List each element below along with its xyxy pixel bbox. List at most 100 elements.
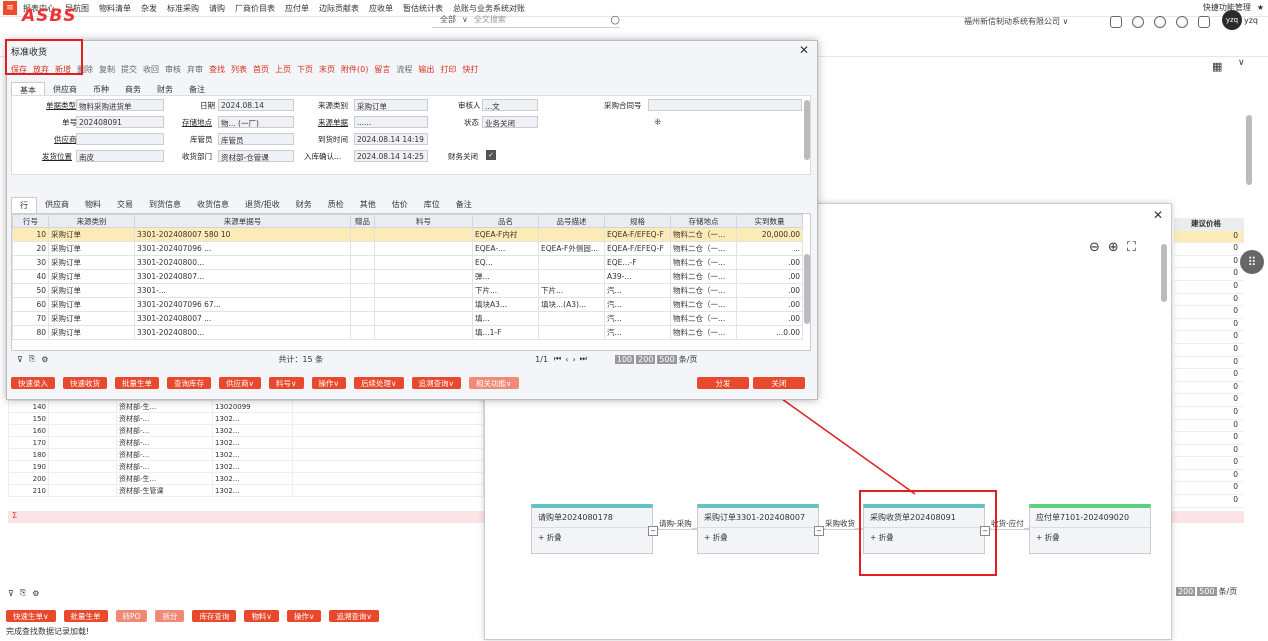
- toolbar-item[interactable]: 附件(0): [341, 64, 368, 75]
- column-header[interactable]: 赠品: [350, 214, 375, 228]
- close-button[interactable]: 关闭: [753, 377, 805, 389]
- table-row[interactable]: 80 采购订单 3301-20240800... 填...1-F 汽... 物料二仓（一.…: [12, 325, 803, 340]
- export-icon[interactable]: ⎘: [20, 588, 26, 598]
- action-button[interactable]: 查询库存: [167, 377, 211, 389]
- keeper-field[interactable]: 库管员: [218, 133, 294, 145]
- first-page-icon[interactable]: ⏮: [554, 354, 561, 364]
- help-icon[interactable]: [1154, 16, 1166, 28]
- table-row[interactable]: 50 采购订单 3301-... 下片... 下片... 汽... 物料二仓（一... .00: [12, 283, 803, 298]
- recv-dept-field[interactable]: 资材部-仓管课: [218, 150, 294, 162]
- flow-node-ap[interactable]: 应付单7101-202409020 + 折叠: [1029, 504, 1151, 554]
- nav-margin[interactable]: 边际贡献表: [319, 3, 359, 14]
- next-page-icon[interactable]: ›: [572, 355, 575, 364]
- action-button[interactable]: 批量生单: [63, 610, 108, 622]
- filter-icon[interactable]: ⊽: [8, 589, 14, 598]
- last-page-icon[interactable]: ⏭: [580, 354, 587, 364]
- tab[interactable]: 质检: [320, 197, 352, 213]
- nav-price-list[interactable]: 厂商价目表: [235, 3, 275, 14]
- toolbar-item[interactable]: 审核: [165, 64, 181, 75]
- fold-toggle[interactable]: + 折叠: [1030, 528, 1150, 547]
- toolbar-item[interactable]: 快打: [462, 64, 478, 75]
- cube-icon[interactable]: [1132, 16, 1144, 28]
- action-button[interactable]: 快速生单∨: [6, 610, 56, 622]
- collapse-icon[interactable]: −: [814, 526, 824, 536]
- table-row[interactable]: 20 采购订单 3301-202407096 ... EQEA-... EQEA-F外侧…: [12, 241, 803, 256]
- chevron-down-icon[interactable]: ∨: [1238, 58, 1245, 68]
- arrival-field[interactable]: 2024.08.14 14:19: [354, 133, 428, 145]
- grid-view-icon[interactable]: ▦: [1212, 60, 1222, 73]
- auditor-field[interactable]: ...文: [482, 99, 538, 111]
- src-type-field[interactable]: 采购订单: [354, 99, 428, 111]
- table-row[interactable]: 30 采购订单 3301-20240800... EQ... EQE...-F 物料二仓（…: [12, 255, 803, 270]
- form-scrollbar[interactable]: [804, 100, 810, 160]
- action-button[interactable]: 库存查询: [192, 610, 237, 622]
- search-icon[interactable]: ○: [610, 13, 620, 26]
- headset-icon[interactable]: [1176, 16, 1188, 28]
- nav-misc[interactable]: 杂发: [141, 3, 157, 14]
- flow-node-requisition[interactable]: 请购单2024080178 + 折叠 −: [531, 504, 658, 554]
- action-button[interactable]: 相关功能∨: [469, 377, 519, 389]
- fold-toggle[interactable]: + 折叠: [532, 528, 652, 547]
- tab[interactable]: 财务: [288, 197, 320, 213]
- fold-toggle[interactable]: + 折叠: [698, 528, 818, 547]
- settings-icon[interactable]: ⚙: [41, 355, 48, 364]
- toolbar-item[interactable]: 留言: [374, 64, 390, 75]
- filter-icon[interactable]: ⊽: [17, 355, 23, 364]
- tab[interactable]: 供应商: [37, 197, 77, 213]
- column-header[interactable]: 来源类别: [48, 214, 135, 228]
- toolbar-item[interactable]: 提交: [121, 64, 137, 75]
- tab[interactable]: 备注: [448, 197, 480, 213]
- column-header[interactable]: 品名: [472, 214, 539, 228]
- tab[interactable]: 到货信息: [141, 197, 189, 213]
- search-scope[interactable]: 全部: [440, 14, 456, 25]
- action-button[interactable]: 后续处理∨: [354, 377, 404, 389]
- nav-ap[interactable]: 应付单: [285, 3, 309, 14]
- search-input[interactable]: 全文搜索: [474, 14, 506, 25]
- toolbar-item[interactable]: 上页: [275, 64, 291, 75]
- notes-icon[interactable]: [1110, 16, 1122, 28]
- main-scrollbar[interactable]: [1246, 115, 1252, 185]
- toolbar-item[interactable]: 流程: [396, 64, 412, 75]
- action-button[interactable]: 供应商∨: [219, 377, 261, 389]
- dispatch-button[interactable]: 分发: [697, 377, 749, 389]
- column-header[interactable]: 来源单据号: [134, 214, 351, 228]
- fin-close-checkbox[interactable]: ✓: [486, 150, 496, 160]
- action-button[interactable]: 追溯查询∨: [329, 610, 379, 622]
- apps-float-icon[interactable]: ⠿: [1240, 250, 1264, 274]
- column-header[interactable]: 实到数量: [736, 214, 803, 228]
- export-icon[interactable]: ⎘: [29, 354, 35, 364]
- column-header[interactable]: 存储地点: [670, 214, 737, 228]
- tab[interactable]: 退货/拒收: [237, 197, 288, 213]
- page-size-200[interactable]: 200: [636, 354, 656, 364]
- table-row[interactable]: 70 采购订单 3301-202408007 ... 填... 汽... 物料二仓（一..…: [12, 311, 803, 326]
- column-header[interactable]: 规格: [604, 214, 671, 228]
- tab[interactable]: 库位: [416, 197, 448, 213]
- table-row[interactable]: 40 采购订单 3301-20240807... 弹... A39-... 物料二仓（一.…: [12, 269, 803, 284]
- contract-field[interactable]: [648, 99, 802, 111]
- nav-ar[interactable]: 应收单: [369, 3, 393, 14]
- tab[interactable]: 物料: [77, 197, 109, 213]
- storage-field[interactable]: 物... (一厂): [218, 116, 294, 128]
- action-button[interactable]: 转PO: [115, 610, 148, 622]
- star-icon[interactable]: ★: [1257, 3, 1264, 12]
- flow-node-po[interactable]: 采购订单3301-202408007 + 折叠 −: [697, 504, 824, 554]
- nav-requisition[interactable]: 请购: [209, 3, 225, 14]
- table-row[interactable]: 10 采购订单 3301-202408007 580 10 EQEA-F内衬 EQEA-…: [12, 227, 803, 242]
- supplier-field[interactable]: [76, 133, 164, 145]
- action-button[interactable]: 操作∨: [286, 610, 322, 622]
- action-button[interactable]: 批量生单: [115, 377, 159, 389]
- page-size-200[interactable]: 200: [1176, 587, 1196, 596]
- toolbar-item[interactable]: 输出: [418, 64, 434, 75]
- tab[interactable]: 行: [11, 197, 37, 213]
- toolbar-item[interactable]: 查找: [209, 64, 225, 75]
- nav-std-purchase[interactable]: 标准采购: [167, 3, 199, 14]
- action-button[interactable]: 物料∨: [244, 610, 279, 622]
- toolbar-item[interactable]: 首页: [253, 64, 269, 75]
- action-button[interactable]: 料号∨: [269, 377, 304, 389]
- table-row[interactable]: 60 采购订单 3301-202407096 67... 填块A3... 填块...(A…: [12, 297, 803, 312]
- global-search[interactable]: 全部 ∨ 全文搜索 ○: [432, 12, 620, 28]
- nav-bom[interactable]: 物料清单: [99, 3, 131, 14]
- toolbar-item[interactable]: 末页: [319, 64, 335, 75]
- page-size-500[interactable]: 500: [657, 354, 677, 364]
- settings-icon[interactable]: ⚙: [32, 589, 39, 598]
